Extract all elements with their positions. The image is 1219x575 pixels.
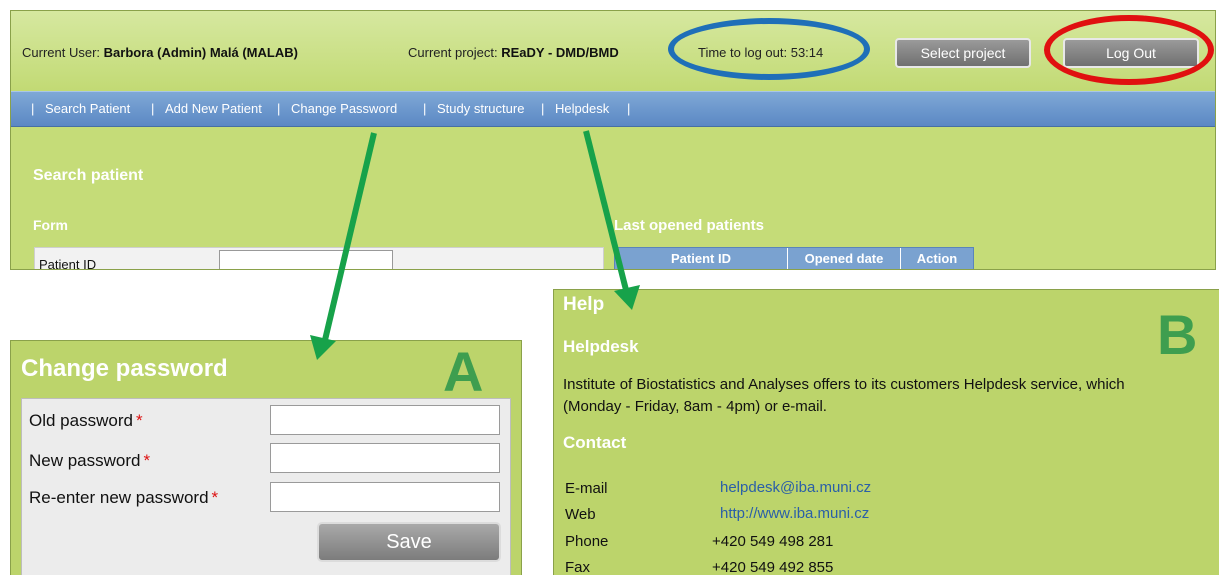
annotation-arrows [310,130,640,360]
arrow-to-change-password [310,132,377,360]
arrow-to-helpdesk [583,130,640,310]
